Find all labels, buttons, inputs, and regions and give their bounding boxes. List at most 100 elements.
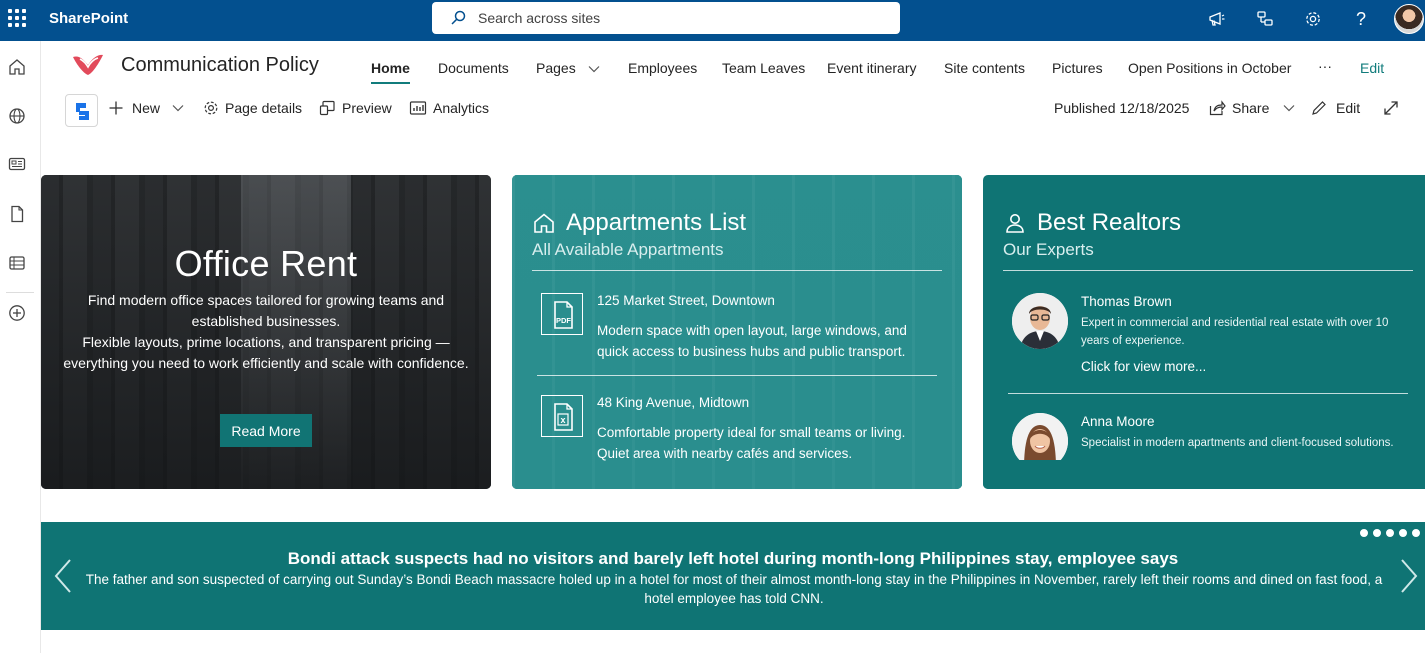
suite-bar: SharePoint ? (0, 0, 1425, 41)
add-circle-icon[interactable] (7, 303, 27, 323)
apartment-address: 125 Market Street, Downtown (597, 293, 775, 308)
carousel-pagination (1359, 528, 1421, 538)
office-rent-title: Office Rent (174, 243, 358, 284)
rail-divider (6, 292, 34, 293)
app-launcher-icon[interactable] (8, 9, 26, 27)
apartment-description: Modern space with open layout, large win… (597, 323, 907, 359)
nav-item-pages-label: Pages (536, 60, 576, 76)
expert-bio: Expert in commercial and residential rea… (1081, 317, 1389, 347)
help-icon[interactable]: ? (1350, 8, 1372, 30)
news-icon[interactable] (7, 154, 27, 174)
search-box[interactable] (432, 2, 900, 34)
carousel-dot[interactable] (1411, 528, 1421, 538)
analytics-icon (409, 101, 427, 115)
nav-item-site-contents[interactable]: Site contents (944, 60, 1025, 76)
apartments-title: Appartments List (566, 209, 747, 236)
file-icon[interactable] (7, 204, 27, 224)
expert-bio: Specialist in modern apartments and clie… (1081, 437, 1394, 449)
realtors-card: Best Realtors Our Experts Thomas Brown E… (983, 175, 1425, 489)
apartments-header-divider (532, 270, 942, 271)
nav-item-home[interactable]: Home (371, 60, 410, 76)
site-logo-icon[interactable] (71, 51, 105, 82)
new-button[interactable]: New (108, 100, 184, 116)
chevron-down-icon (172, 105, 184, 112)
carousel-dot[interactable] (1385, 528, 1395, 538)
nav-item-employees[interactable]: Employees (628, 60, 697, 76)
site-title[interactable]: Communication Policy (121, 54, 319, 77)
app-name[interactable]: SharePoint (49, 10, 128, 27)
nav-item-documents[interactable]: Documents (438, 60, 509, 76)
news-summary: The father and son suspected of carrying… (85, 572, 1383, 606)
office-rent-card: Office Rent Find modern office spaces ta… (41, 175, 491, 489)
office-desc-line2: Flexible layouts, prime locations, and t… (63, 334, 469, 371)
pdf-file-icon: PDF (541, 293, 583, 335)
nav-edit-link[interactable]: Edit (1360, 60, 1384, 76)
edit-button[interactable]: Edit (1311, 100, 1360, 116)
expert-name: Thomas Brown (1081, 294, 1172, 309)
page-details-label: Page details (225, 100, 303, 116)
user-avatar[interactable] (1394, 4, 1424, 34)
new-button-label: New (132, 100, 161, 116)
analytics-button[interactable]: Analytics (409, 100, 489, 116)
home-icon[interactable] (7, 57, 27, 77)
home-icon (534, 213, 554, 233)
expand-icon[interactable] (1383, 100, 1399, 116)
svg-text:x: x (560, 415, 565, 425)
megaphone-icon[interactable] (1206, 8, 1228, 30)
apartments-header: Appartments List (532, 209, 746, 237)
share-label: Share (1232, 100, 1270, 116)
realtors-title: Best Realtors (1037, 209, 1182, 236)
apartments-subtitle: All Available Appartments (532, 240, 724, 259)
preview-button[interactable]: Preview (319, 100, 392, 116)
apartments-card: Appartments List All Available Appartmen… (512, 175, 962, 489)
realtors-card-footer (983, 460, 1425, 489)
office-rent-description: Find modern office spaces tailored for g… (59, 290, 473, 374)
read-more-button[interactable]: Read More (220, 414, 312, 447)
person-icon (1006, 214, 1024, 233)
realtors-header-divider (1003, 270, 1413, 271)
expert-view-more-link[interactable]: Click for view more... (1081, 359, 1206, 374)
share-icon (1209, 100, 1226, 116)
analytics-label: Analytics (433, 100, 490, 116)
preview-icon (319, 100, 335, 116)
share-button[interactable]: Share (1209, 100, 1295, 116)
expert-name: Anna Moore (1081, 414, 1155, 429)
edit-label: Edit (1336, 100, 1361, 116)
carousel-dot[interactable] (1359, 528, 1369, 538)
carousel-dot[interactable] (1372, 528, 1382, 538)
nav-item-team-leaves[interactable]: Team Leaves (722, 60, 805, 76)
office-desc-line1: Find modern office spaces tailored for g… (87, 292, 445, 329)
apartment-description: Comfortable property ideal for small tea… (597, 425, 906, 461)
chevron-down-icon (1283, 105, 1295, 112)
globe-icon[interactable] (7, 106, 27, 126)
settings-gear-icon (204, 101, 218, 115)
nav-item-pictures[interactable]: Pictures (1052, 60, 1103, 76)
realtors-subtitle: Our Experts (1003, 240, 1094, 259)
apartment-divider (537, 375, 937, 376)
plus-icon (109, 101, 123, 115)
excel-file-icon: x (541, 395, 583, 437)
svg-text:PDF: PDF (556, 316, 571, 325)
news-headline[interactable]: Bondi attack suspects had no visitors an… (41, 549, 1425, 569)
preview-label: Preview (342, 100, 392, 116)
nav-item-open-positions[interactable]: Open Positions in October (1128, 60, 1291, 76)
search-input[interactable] (478, 8, 878, 28)
list-icon[interactable] (7, 253, 27, 273)
published-status: Published 12/18/2025 (1054, 100, 1190, 116)
settings-gear-icon[interactable] (1302, 8, 1324, 30)
search-icon (451, 10, 466, 25)
app-bar-logo-icon[interactable] (65, 94, 98, 127)
chevron-down-icon (588, 66, 600, 73)
expert-photo (1012, 293, 1068, 349)
nav-active-indicator (371, 82, 410, 84)
realtors-header: Best Realtors (1003, 209, 1181, 237)
nav-item-pages[interactable]: Pages (536, 60, 600, 76)
left-app-rail (0, 41, 41, 653)
nav-more-button[interactable]: ··· (1318, 58, 1332, 74)
page-details-button[interactable]: Page details (203, 100, 302, 116)
feedback-icon[interactable] (1254, 8, 1276, 30)
news-carousel: Bondi attack suspects had no visitors an… (41, 522, 1425, 630)
pencil-icon (1312, 101, 1326, 115)
carousel-dot[interactable] (1398, 528, 1408, 538)
nav-item-event-itinerary[interactable]: Event itinerary (827, 60, 916, 76)
